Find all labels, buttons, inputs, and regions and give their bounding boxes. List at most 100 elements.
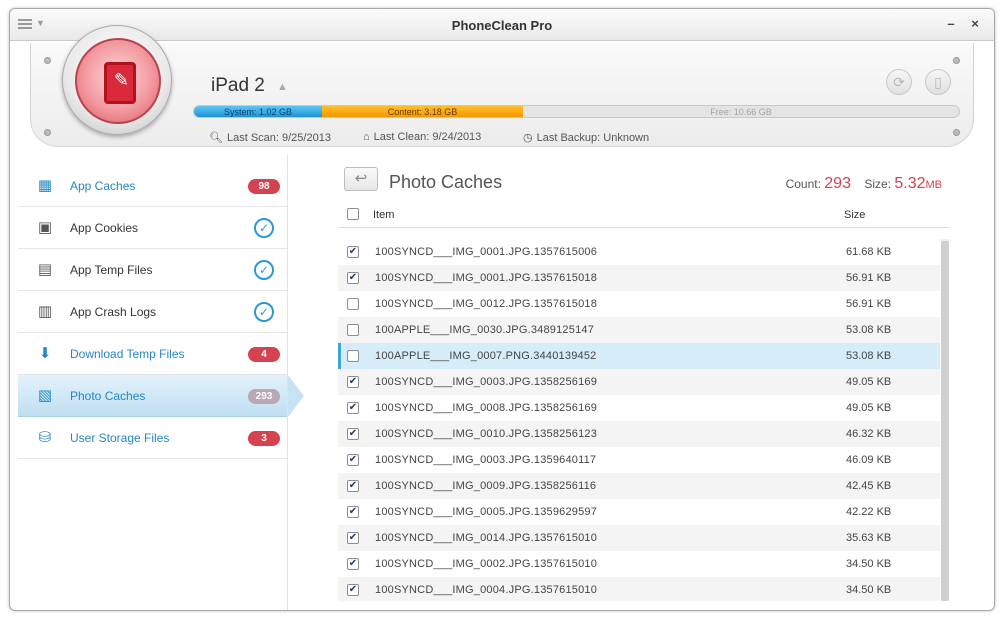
row-checkbox[interactable]: ✔ [347, 454, 359, 466]
scrollbar[interactable] [941, 239, 949, 601]
row-checkbox[interactable] [347, 298, 359, 310]
sidebar-item-label: Photo Caches [70, 389, 146, 403]
storage-system-segment: System: 1.02 GB [194, 106, 322, 117]
sidebar-item-download-temp-files[interactable]: ⬇ Download Temp Files 4 [18, 333, 288, 375]
back-button[interactable]: ↩ [344, 167, 378, 191]
row-checkbox[interactable]: ✔ [347, 584, 359, 596]
file-size: 49.05 KB [846, 402, 892, 414]
app-temp-files-icon: ▤ [37, 261, 53, 278]
sidebar-item-user-storage-files[interactable]: ⛁ User Storage Files 3 [18, 417, 288, 459]
row-checkbox[interactable]: ✔ [347, 558, 359, 570]
screw-icon [44, 57, 51, 64]
row-checkbox[interactable]: ✔ [347, 506, 359, 518]
last-scan-info: 🔍︎ Last Scan: 9/25/2013 [209, 131, 331, 144]
device-badge: ✎ [62, 25, 172, 135]
last-scan-label: Last Scan: 9/25/2013 [226, 132, 331, 144]
sidebar-item-label: Download Temp Files [70, 347, 185, 361]
table-row[interactable]: ✔ 100SYNCD___IMG_0003.JPG.1359640117 46.09… [338, 447, 940, 473]
file-name: 100SYNCD___IMG_0001.JPG.1357615006 [375, 246, 598, 258]
table-row[interactable]: ✔ 100SYNCD___IMG_0005.JPG.1359629597 42.22… [338, 499, 940, 525]
screw-icon [953, 57, 960, 64]
sidebar-item-app-crash-logs[interactable]: ▥ App Crash Logs ✓ [18, 291, 288, 333]
row-checkbox[interactable]: ✔ [347, 532, 359, 544]
broom-icon: ⌂ [363, 131, 370, 143]
size-value: 5.32 [894, 175, 926, 192]
table-row[interactable]: 100APPLE___IMG_0007.PNG.3440139452 53.08 … [338, 343, 940, 369]
close-button[interactable]: × [968, 17, 982, 31]
app-caches-icon: ▦ [37, 177, 53, 194]
row-checkbox[interactable]: ✔ [347, 272, 359, 284]
row-checkbox[interactable] [347, 324, 359, 336]
sidebar-item-app-caches[interactable]: ▦ App Caches 98 [18, 165, 288, 207]
file-name: 100SYNCD___IMG_0002.JPG.1357615010 [375, 558, 598, 570]
count-badge: 98 [248, 179, 280, 194]
file-size: 46.32 KB [846, 428, 892, 440]
row-checkbox[interactable]: ✔ [347, 428, 359, 440]
device-panel: iPad 2 ▲ System: 1.02 GB Content: 3.18 G… [30, 43, 974, 147]
sidebar-item-app-cookies[interactable]: ▣ App Cookies ✓ [18, 207, 288, 249]
table-row[interactable]: 100APPLE___IMG_0030.JPG.3489125147 53.08 … [338, 317, 940, 343]
app-crash-logs-icon: ▥ [37, 303, 53, 320]
table-row[interactable]: ✔ 100SYNCD___IMG_0010.JPG.1358256123 46.32… [338, 421, 940, 447]
summary-stats: Count: 293 Size: 5.32MB [786, 175, 942, 193]
file-name: 100SYNCD___IMG_0010.JPG.1358256123 [375, 428, 598, 440]
usb-storage-icon: ⛁ [38, 429, 52, 446]
storage-bar: System: 1.02 GB Content: 3.18 GB Free: 1… [193, 105, 960, 118]
table-row[interactable]: ✔ 100SYNCD___IMG_0003.JPG.1358256169 49.05… [338, 369, 940, 395]
file-name: 100SYNCD___IMG_0003.JPG.1358256169 [375, 376, 598, 388]
table-row[interactable]: ✔ 100SYNCD___IMG_0009.JPG.1358256116 42.45… [338, 473, 940, 499]
clock-icon: ◷ [523, 132, 533, 144]
app-window: ▼ PhoneClean Pro – × iPad 2 ▲ System: 1.… [9, 8, 995, 611]
checkmark-icon: ✓ [254, 218, 274, 238]
column-header-item[interactable]: Item [373, 209, 394, 221]
table-row[interactable]: ✔ 100SYNCD___IMG_0008.JPG.1358256169 49.05… [338, 395, 940, 421]
file-size: 56.91 KB [846, 272, 892, 284]
storage-content-segment: Content: 3.18 GB [322, 106, 523, 117]
select-all-checkbox[interactable] [347, 208, 359, 220]
table-row[interactable]: ✔ 100SYNCD___IMG_0014.JPG.1357615010 35.63… [338, 525, 940, 551]
table-row[interactable]: ✔ 100SYNCD___IMG_0001.JPG.1357615006 61.68… [338, 239, 940, 265]
table-row[interactable]: ✔ 100SYNCD___IMG_0001.JPG.1357615018 56.91… [338, 265, 940, 291]
screw-icon [953, 129, 960, 136]
file-size: 35.63 KB [846, 532, 892, 544]
device-icon[interactable]: ▯ [925, 69, 951, 95]
row-checkbox[interactable]: ✔ [347, 246, 359, 258]
last-clean-info: ⌂ Last Clean: 9/24/2013 [363, 131, 481, 143]
table-row[interactable]: ✔ 100SYNCD___IMG_0004.JPG.1357615010 34.50… [338, 577, 940, 601]
file-name: 100APPLE___IMG_0007.PNG.3440139452 [375, 350, 597, 362]
eject-icon[interactable]: ▲ [277, 81, 288, 93]
photo-caches-icon: ▧ [37, 387, 53, 404]
checkmark-icon: ✓ [254, 302, 274, 322]
last-backup-label: Last Backup: Unknown [536, 132, 650, 144]
sidebar-item-photo-caches[interactable]: ▧ Photo Caches 293 [18, 375, 304, 417]
row-checkbox[interactable] [347, 350, 359, 362]
count-label: Count: [785, 177, 821, 191]
sidebar-divider [287, 155, 288, 610]
file-size: 53.08 KB [846, 350, 892, 362]
storage-free-segment: Free: 10.66 GB [710, 107, 772, 117]
row-checkbox[interactable]: ✔ [347, 376, 359, 388]
sidebar-item-label: App Caches [70, 179, 136, 193]
last-clean-label: Last Clean: 9/24/2013 [373, 131, 482, 143]
refresh-icon[interactable]: ⟳ [886, 69, 912, 95]
size-label: Size: [864, 177, 892, 191]
table-row[interactable]: 100SYNCD___IMG_0012.JPG.1357615018 56.91 … [338, 291, 940, 317]
file-size: 56.91 KB [846, 298, 892, 310]
row-checkbox[interactable]: ✔ [347, 402, 359, 414]
download-icon: ⬇ [38, 345, 52, 362]
sidebar-item-label: User Storage Files [70, 431, 170, 445]
sidebar-item-app-temp-files[interactable]: ▤ App Temp Files ✓ [18, 249, 288, 291]
minimize-button[interactable]: – [944, 17, 958, 31]
file-name: 100SYNCD___IMG_0001.JPG.1357615018 [375, 272, 598, 284]
column-header-size[interactable]: Size [844, 209, 865, 221]
table-row[interactable]: ✔ 100SYNCD___IMG_0002.JPG.1357615010 34.50… [338, 551, 940, 577]
scrollbar-thumb[interactable] [941, 241, 949, 601]
file-size: 42.45 KB [846, 480, 892, 492]
count-value: 293 [824, 175, 851, 192]
page-title: Photo Caches [389, 172, 503, 192]
back-arrow-icon: ↩ [354, 170, 368, 187]
row-checkbox[interactable]: ✔ [347, 480, 359, 492]
table-header: Item Size [338, 202, 950, 228]
tablet-clean-icon: ✎ [104, 62, 136, 104]
sidebar-item-label: App Cookies [70, 221, 139, 235]
